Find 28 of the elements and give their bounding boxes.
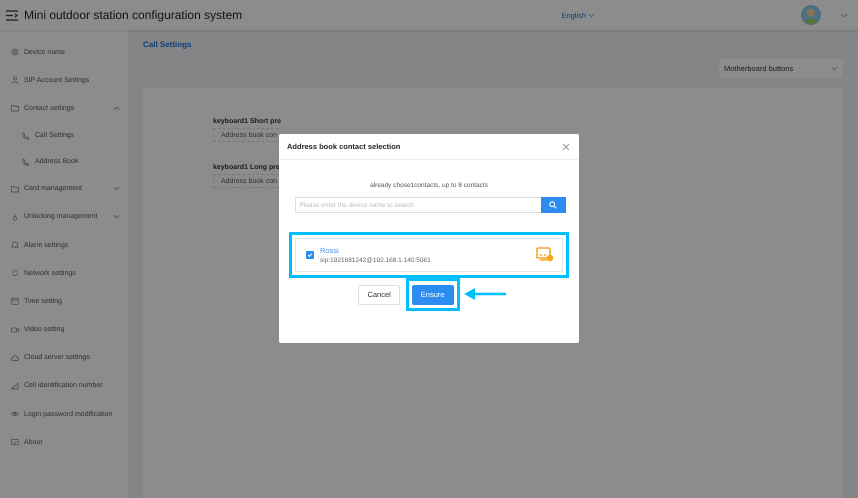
checkbox[interactable]	[306, 251, 314, 259]
page-title: Call Settings	[143, 40, 192, 49]
search-icon	[549, 201, 557, 209]
gear-icon	[11, 48, 19, 56]
chevron-down-icon	[841, 12, 848, 18]
user-icon	[11, 76, 19, 84]
phone-icon	[22, 132, 30, 140]
folder-icon	[11, 184, 19, 193]
menu-icon[interactable]	[6, 10, 18, 20]
chevron-down-icon	[113, 186, 120, 192]
close-button[interactable]	[561, 142, 571, 152]
chevron-down-icon	[588, 12, 595, 18]
video-camera-icon	[11, 326, 19, 334]
chevron-down-icon	[113, 214, 120, 220]
refresh-icon	[11, 269, 19, 278]
chevron-down-icon	[831, 66, 838, 71]
pointer-arrow	[464, 288, 506, 300]
chevron-up-icon	[113, 106, 120, 111]
signal-icon	[11, 382, 19, 390]
cloud-icon	[11, 354, 19, 362]
app-title: Mini outdoor station configuration system	[24, 8, 244, 22]
bell-icon	[11, 241, 19, 250]
eye-icon	[11, 410, 19, 418]
search-button[interactable]	[540, 197, 566, 213]
device-icon	[536, 247, 554, 263]
phone-icon	[22, 158, 30, 166]
folder-icon	[11, 104, 19, 112]
calendar-icon	[11, 297, 19, 306]
